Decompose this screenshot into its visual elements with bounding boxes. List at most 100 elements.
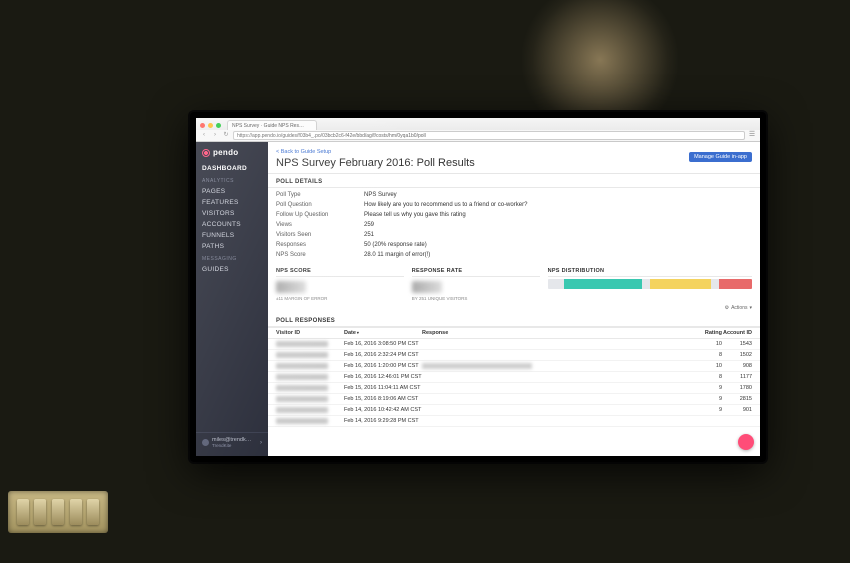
footer-org: TrendKite [212,443,257,448]
nps-distribution-metric: NPS DISTRIBUTION [548,268,752,301]
response-rate-value-redacted [412,281,442,293]
metric-sub: BY 251 UNIQUE VISITORS [412,296,540,301]
cell-rating: 8 [692,352,722,358]
screen: NPS Survey · Guide NPS Res… ‹ › ↻ https:… [196,118,760,456]
table-row[interactable]: Feb 16, 2016 3:08:50 PM CST101543 [268,339,760,350]
metric-sub: ±11 MARGIN OF ERROR [276,296,404,301]
table-row[interactable]: Feb 14, 2016 10:42:42 AM CST 9901 [268,405,760,416]
cell-account: 1780 [722,385,752,391]
section-title-poll-responses: POLL RESPONSES [268,313,760,327]
minimize-icon[interactable] [208,123,213,128]
page-title: NPS Survey February 2016: Poll Results [276,157,752,169]
cell-account: 1543 [722,341,752,347]
back-to-guide-link[interactable]: < Back to Guide Setup [276,149,331,155]
close-icon[interactable] [200,123,205,128]
col-visitor[interactable]: Visitor ID [276,330,344,336]
visitor-id-redacted [276,363,328,369]
tv-monitor: NPS Survey · Guide NPS Res… ‹ › ↻ https:… [190,112,766,462]
actions-dropdown[interactable]: Actions [731,305,747,311]
cell-account: 1502 [722,352,752,358]
cell-rating: 10 [692,363,722,369]
pendo-logo-icon [202,149,210,157]
cell-account: 908 [722,363,752,369]
cell-rating: 9 [692,407,722,413]
metric-title: NPS DISTRIBUTION [548,268,752,277]
table-header: Visitor ID Date▾ Response Rating Account… [268,328,760,339]
brand-name: pendo [213,148,239,157]
reload-icon[interactable]: ↻ [222,131,230,139]
cell-date: Feb 14, 2016 9:29:28 PM CST [344,418,422,424]
detail-label: Views [276,222,364,228]
detail-label: Poll Question [276,202,364,208]
col-account[interactable]: Account ID [722,330,752,336]
avatar-icon [202,439,209,446]
cell-date: Feb 16, 2016 1:20:00 PM CST [344,363,422,369]
cell-date: Feb 15, 2016 8:19:06 AM CST [344,396,422,402]
maximize-icon[interactable] [216,123,221,128]
sidebar-item-features[interactable]: FEATURES [196,197,268,208]
sidebar-user-footer[interactable]: miles@trendk… TrendKite › [196,432,268,452]
col-response[interactable]: Response [422,330,692,336]
section-title-poll-details: POLL DETAILS [268,174,760,188]
browser-chrome: NPS Survey · Guide NPS Res… ‹ › ↻ https:… [196,118,760,142]
brand-logo[interactable]: pendo [196,148,268,163]
sidebar-item-funnels[interactable]: FUNNELS [196,230,268,241]
sidebar-item-dashboard[interactable]: DASHBOARD [196,163,268,174]
cell-date: Feb 16, 2016 2:32:24 PM CST [344,352,422,358]
dist-segment [650,279,711,289]
window-controls[interactable] [200,123,221,128]
sidebar: pendo DASHBOARD ANALYTICS PAGES FEATURES… [196,142,268,456]
chevron-right-icon: › [260,440,262,446]
physical-light-switch [8,491,108,533]
table-row[interactable]: Feb 15, 2016 11:04:11 AM CST91780 [268,383,760,394]
detail-label: Responses [276,242,364,248]
cell-date: Feb 14, 2016 10:42:42 AM CST [344,407,422,413]
col-rating[interactable]: Rating [692,330,722,336]
detail-label: NPS Score [276,252,364,258]
visitor-id-redacted [276,374,328,380]
browser-tab[interactable]: NPS Survey · Guide NPS Res… [227,120,317,130]
visitor-id-redacted [276,341,328,347]
detail-value: 259 [364,222,752,228]
cell-date: Feb 16, 2016 12:46:01 PM CST [344,374,422,380]
cell-response [422,363,692,369]
address-bar[interactable]: https://app.pendo.io/guides/f03b4_.po/03… [233,131,745,140]
poll-details: Poll TypeNPS Survey Poll QuestionHow lik… [268,188,760,264]
dist-segment [642,279,650,289]
sidebar-item-accounts[interactable]: ACCOUNTS [196,219,268,230]
detail-value: 50 (20% response rate) [364,242,752,248]
visitor-id-redacted [276,407,328,413]
detail-label: Follow Up Question [276,212,364,218]
table-row[interactable]: Feb 16, 2016 1:20:00 PM CST 10908 [268,361,760,372]
visitor-id-redacted [276,396,328,402]
chevron-down-icon[interactable]: ▾ [749,305,752,311]
col-date[interactable]: Date▾ [344,330,422,336]
browser-menu-icon[interactable]: ☰ [748,131,756,139]
gear-icon[interactable]: ⚙ [725,305,729,311]
metric-title: RESPONSE RATE [412,268,540,277]
table-row[interactable]: Feb 14, 2016 9:29:28 PM CST [268,416,760,427]
table-row[interactable]: Feb 15, 2016 8:19:06 AM CST92815 [268,394,760,405]
manage-guide-button[interactable]: Manage Guide in-app [689,152,752,162]
nav-back-icon[interactable]: ‹ [200,131,208,139]
detail-label: Visitors Seen [276,232,364,238]
table-row[interactable]: Feb 16, 2016 2:32:24 PM CST 81502 [268,350,760,361]
sidebar-item-guides[interactable]: GUIDES [196,264,268,275]
table-row[interactable]: Feb 16, 2016 12:46:01 PM CST81177 [268,372,760,383]
sidebar-section-messaging: MESSAGING [196,252,268,264]
nav-forward-icon[interactable]: › [211,131,219,139]
cell-account: 901 [722,407,752,413]
sidebar-item-paths[interactable]: PATHS [196,241,268,252]
dist-segment [564,279,642,289]
help-fab-button[interactable] [738,434,754,450]
metrics-row: NPS SCORE ±11 MARGIN OF ERROR RESPONSE R… [268,264,760,305]
dist-segment [719,279,752,289]
sidebar-item-visitors[interactable]: VISITORS [196,208,268,219]
visitor-id-redacted [276,352,328,358]
metric-title: NPS SCORE [276,268,404,277]
sidebar-item-pages[interactable]: PAGES [196,186,268,197]
detail-label: Poll Type [276,192,364,198]
sort-desc-icon: ▾ [357,330,359,335]
visitor-id-redacted [276,418,328,424]
nps-score-value-redacted [276,281,306,293]
